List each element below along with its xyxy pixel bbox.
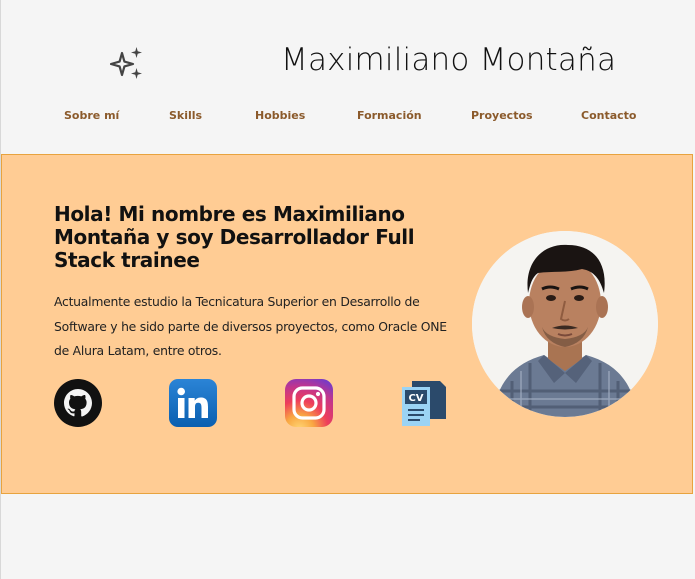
nav-link-proyectos[interactable]: Proyectos <box>471 109 533 122</box>
site-title: Maximiliano Montaña <box>281 42 617 78</box>
hero-description: Actualmente estudio la Tecnicatura Super… <box>54 294 447 358</box>
nav-link-contacto[interactable]: Contacto <box>581 109 636 122</box>
cv-link[interactable]: CV <box>400 379 448 427</box>
hero-title: Hola! Mi nombre es Maximiliano Montaña y… <box>54 202 415 272</box>
cv-label: CV <box>408 393 423 404</box>
nav-link-formacion[interactable]: Formación <box>357 109 422 122</box>
linkedin-link[interactable] <box>169 379 217 427</box>
sparkles-icon <box>110 47 142 79</box>
instagram-link[interactable] <box>285 379 333 427</box>
cv-icon: CV <box>402 381 446 426</box>
hero-section: Hola! Mi nombre es Maximiliano Montaña y… <box>1 154 693 494</box>
profile-photo <box>472 231 658 417</box>
github-link[interactable] <box>54 379 102 427</box>
linkedin-icon <box>169 379 217 427</box>
instagram-icon <box>285 379 333 427</box>
nav-link-hobbies[interactable]: Hobbies <box>255 109 305 122</box>
github-icon <box>54 379 102 427</box>
main-nav: Sobre mí Skills Hobbies Formación Proyec… <box>0 109 695 125</box>
nav-link-sobre-mi[interactable]: Sobre mí <box>64 109 119 122</box>
nav-link-skills[interactable]: Skills <box>169 109 202 122</box>
site-header: Maximiliano Montaña Sobre mí Skills Hobb… <box>0 0 695 152</box>
